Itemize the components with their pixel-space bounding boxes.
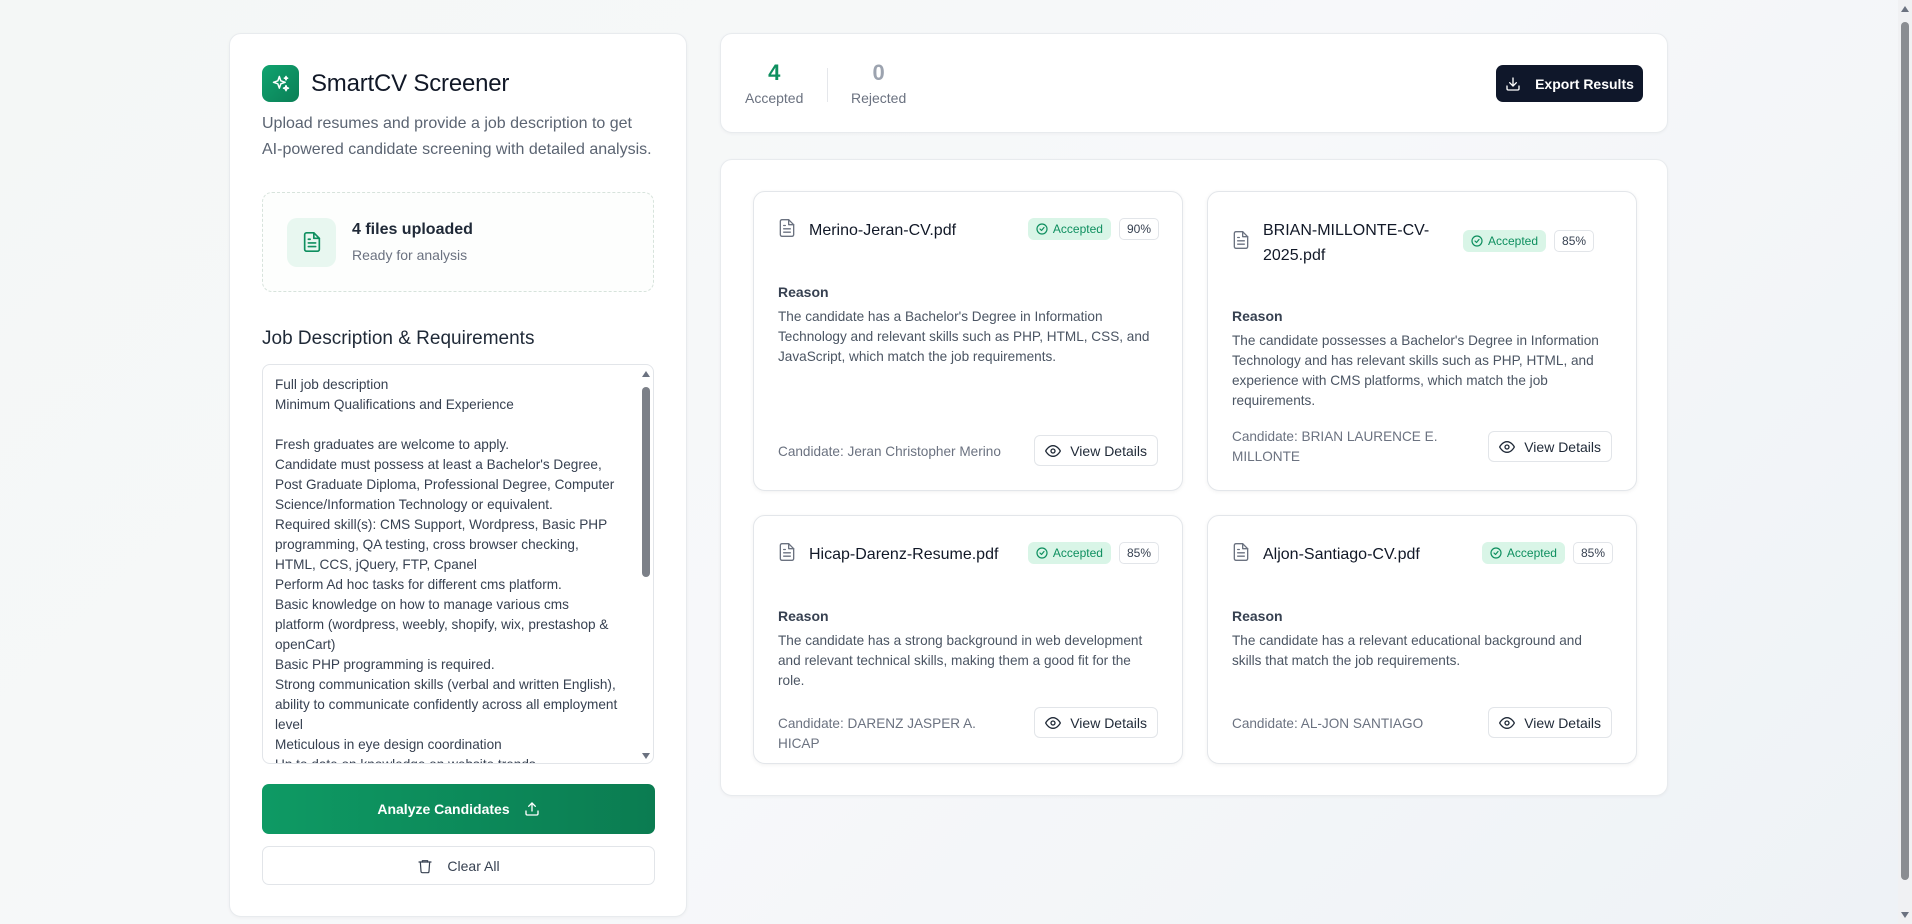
- score-badge: 85%: [1554, 230, 1595, 252]
- document-icon: [287, 217, 336, 267]
- job-description-label: Job Description & Requirements: [262, 328, 535, 349]
- job-description-text[interactable]: Full job description Minimum Qualificati…: [263, 365, 653, 763]
- app-description: Upload resumes and provide a job descrip…: [262, 115, 652, 158]
- brand-header: SmartCV Screener: [262, 65, 654, 102]
- view-details-label: View Details: [1524, 438, 1601, 455]
- reason-text: The candidate has a relevant educational…: [1232, 633, 1582, 668]
- candidate-name: Candidate: BRIAN LAURENCE E. MILLONTE: [1232, 429, 1438, 464]
- scrollbar-thumb[interactable]: [642, 387, 650, 577]
- status-badge: Accepted: [1027, 218, 1111, 240]
- upload-status-subtitle: Ready for analysis: [352, 247, 468, 263]
- check-circle-icon: [1490, 547, 1502, 559]
- reason-label: Reason: [1232, 608, 1283, 624]
- file-icon: [779, 219, 795, 237]
- analyze-candidates-button[interactable]: Analyze Candidates: [262, 784, 655, 834]
- result-card: Merino-Jeran-CV.pdf Accepted 90% Reason …: [753, 191, 1183, 491]
- status-text: Accepted: [1488, 234, 1539, 248]
- accepted-stat: 4 Accepted: [745, 60, 804, 107]
- eye-icon: [1499, 440, 1516, 453]
- view-details-label: View Details: [1070, 714, 1147, 731]
- eye-icon: [1045, 716, 1062, 729]
- scroll-down-arrow-icon[interactable]: [642, 753, 650, 759]
- export-button-label: Export Results: [1535, 75, 1634, 92]
- status-text: Accepted: [1052, 222, 1103, 236]
- page-scrollbar-thumb[interactable]: [1901, 22, 1909, 880]
- result-file-name: Hicap-Darenz-Resume.pdf: [809, 546, 999, 563]
- file-icon: [1233, 231, 1249, 249]
- page-scrollbar[interactable]: [1898, 0, 1912, 924]
- score-badge: 85%: [1572, 542, 1613, 564]
- check-circle-icon: [1036, 547, 1048, 559]
- result-file-name: Merino-Jeran-CV.pdf: [809, 222, 957, 239]
- clear-all-button[interactable]: Clear All: [262, 846, 655, 885]
- reason-text: The candidate has a strong background in…: [778, 633, 1143, 688]
- app-title: SmartCV Screener: [311, 69, 510, 97]
- reason-label: Reason: [1232, 308, 1283, 324]
- upload-icon: [524, 802, 539, 816]
- result-card: Hicap-Darenz-Resume.pdf Accepted 85% Rea…: [753, 515, 1183, 764]
- analyze-button-label: Analyze Candidates: [377, 801, 510, 817]
- screener-panel: SmartCV Screener Upload resumes and prov…: [229, 33, 687, 917]
- scroll-up-arrow-icon[interactable]: [642, 371, 650, 377]
- status-badge: Accepted: [1463, 230, 1547, 252]
- upload-dropzone[interactable]: 4 files uploaded Ready for analysis: [262, 192, 654, 292]
- view-details-button[interactable]: View Details: [1034, 435, 1158, 466]
- job-description-textarea[interactable]: Full job description Minimum Qualificati…: [262, 364, 654, 764]
- eye-icon: [1045, 444, 1062, 457]
- view-details-button[interactable]: View Details: [1488, 707, 1612, 738]
- check-circle-icon: [1036, 223, 1048, 235]
- rejected-count: 0: [872, 60, 885, 85]
- accepted-label: Accepted: [745, 90, 804, 106]
- result-file-name: BRIAN-MILLONTE-CV-2025.pdf: [1263, 222, 1430, 264]
- score-badge: 90%: [1118, 218, 1159, 240]
- result-file-name: Aljon-Santiago-CV.pdf: [1263, 546, 1420, 563]
- reason-label: Reason: [778, 608, 829, 624]
- result-card: Aljon-Santiago-CV.pdf Accepted 85% Reaso…: [1207, 515, 1637, 764]
- candidate-name: Candidate: DARENZ JASPER A. HICAP: [778, 716, 976, 751]
- sparkles-icon: [262, 65, 299, 102]
- view-details-label: View Details: [1524, 714, 1601, 731]
- view-details-label: View Details: [1070, 442, 1147, 459]
- candidate-name: Candidate: AL-JON SANTIAGO: [1232, 716, 1424, 731]
- export-results-button[interactable]: Export Results: [1496, 65, 1643, 102]
- candidate-name: Candidate: Jeran Christopher Merino: [778, 444, 1001, 459]
- view-details-button[interactable]: View Details: [1488, 431, 1612, 462]
- file-icon: [1233, 543, 1249, 561]
- eye-icon: [1499, 716, 1516, 729]
- result-card: BRIAN-MILLONTE-CV-2025.pdf Accepted 85% …: [1207, 191, 1637, 491]
- status-text: Accepted: [1506, 546, 1557, 560]
- page-scroll-down-arrow-icon[interactable]: [1901, 912, 1909, 918]
- stats-divider: [827, 68, 828, 102]
- view-details-button[interactable]: View Details: [1034, 707, 1158, 738]
- clear-button-label: Clear All: [447, 857, 500, 874]
- status-badge: Accepted: [1027, 542, 1111, 564]
- status-text: Accepted: [1052, 546, 1103, 560]
- page-scroll-up-arrow-icon[interactable]: [1901, 6, 1909, 12]
- reason-label: Reason: [778, 284, 829, 300]
- upload-status-title: 4 files uploaded: [352, 221, 473, 238]
- file-icon: [779, 543, 795, 561]
- reason-text: The candidate possesses a Bachelor's Deg…: [1232, 333, 1599, 408]
- score-badge: 85%: [1118, 542, 1159, 564]
- download-icon: [1506, 76, 1520, 91]
- stats-bar: 4 Accepted 0 Rejected Export Results: [720, 33, 1668, 133]
- accepted-count: 4: [768, 60, 781, 85]
- rejected-stat: 0 Rejected: [851, 60, 907, 107]
- status-badge: Accepted: [1481, 542, 1565, 564]
- results-panel: Merino-Jeran-CV.pdf Accepted 90% Reason …: [720, 159, 1668, 796]
- check-circle-icon: [1471, 235, 1483, 247]
- rejected-label: Rejected: [851, 90, 907, 106]
- textarea-scrollbar[interactable]: [641, 371, 651, 759]
- trash-icon: [418, 859, 433, 873]
- reason-text: The candidate has a Bachelor's Degree in…: [778, 309, 1150, 364]
